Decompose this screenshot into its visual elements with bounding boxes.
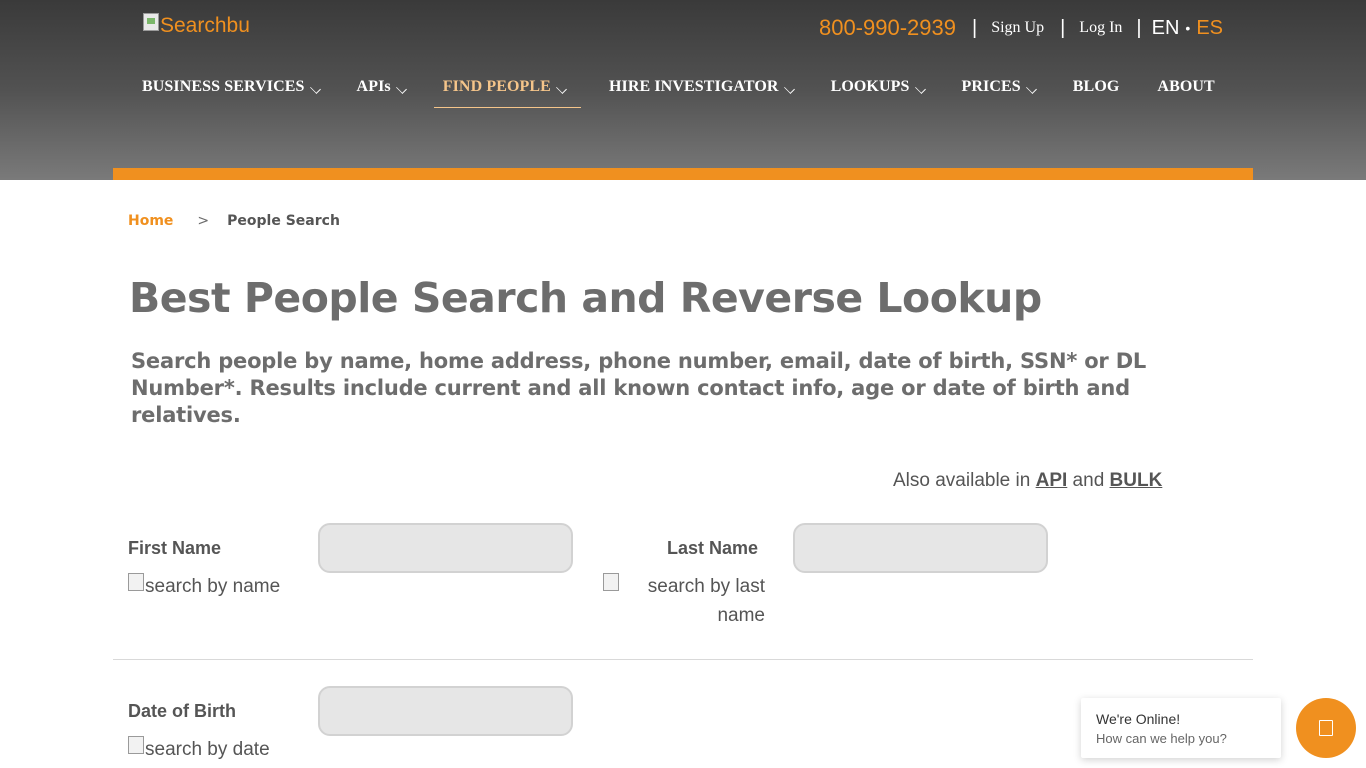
page-title: Best People Search and Reverse Lookup xyxy=(129,274,1042,322)
breadcrumb-home-link[interactable]: Home xyxy=(128,213,173,229)
site-logo[interactable]: Searchbu xyxy=(143,13,250,38)
chat-icon xyxy=(1319,720,1333,736)
chevron-down-icon xyxy=(311,84,321,94)
language-en-link[interactable]: EN xyxy=(1152,17,1180,40)
broken-image-icon xyxy=(128,573,144,591)
nav-item-about[interactable]: ABOUT xyxy=(1157,74,1214,108)
log-in-link[interactable]: Log In xyxy=(1079,19,1122,37)
main-nav: BUSINESS SERVICES APIs FIND PEOPLE HIRE … xyxy=(142,74,1215,108)
divider: | xyxy=(1060,16,1066,39)
language-separator: • xyxy=(1185,20,1191,36)
divider: | xyxy=(1136,16,1142,39)
first-name-input[interactable] xyxy=(318,523,573,573)
nav-item-label: BLOG xyxy=(1072,78,1120,95)
nav-item-prices[interactable]: PRICES xyxy=(962,74,1037,108)
nav-item-label: ABOUT xyxy=(1157,78,1215,95)
phone-number-link[interactable]: 800-990-2939 xyxy=(819,15,956,41)
chevron-down-icon xyxy=(397,84,407,94)
nav-item-find-people[interactable]: FIND PEOPLE xyxy=(433,74,582,108)
also-available-text: Also available in xyxy=(893,470,1036,491)
image-alt-text: search by name xyxy=(145,576,281,597)
nav-item-business-services[interactable]: BUSINESS SERVICES xyxy=(142,74,321,108)
chevron-down-icon xyxy=(916,84,926,94)
divider: | xyxy=(971,16,978,39)
api-link[interactable]: API xyxy=(1036,470,1068,491)
last-name-input[interactable] xyxy=(793,523,1048,573)
date-of-birth-label: Date of Birth xyxy=(128,701,236,721)
breadcrumb-current: People Search xyxy=(227,213,340,229)
breadcrumb-separator: > xyxy=(197,213,210,229)
nav-item-label: LOOKUPS xyxy=(830,78,910,95)
also-available-and: and xyxy=(1067,470,1110,491)
chevron-down-icon xyxy=(1027,84,1037,94)
nav-item-hire-investigator[interactable]: HIRE INVESTIGATOR xyxy=(609,74,795,108)
date-of-birth-input[interactable] xyxy=(318,686,573,736)
nav-item-blog[interactable]: BLOG xyxy=(1073,74,1120,108)
sign-up-link[interactable]: Sign Up xyxy=(991,19,1044,37)
nav-item-label: APIs xyxy=(356,78,391,95)
header-utility-bar: 800-990-2939 | Sign Up | Log In | EN • E… xyxy=(819,14,1223,42)
broken-image-icon xyxy=(143,13,159,31)
chevron-down-icon xyxy=(557,84,567,94)
logo-alt-text: Searchbu xyxy=(160,14,250,37)
page-subtitle: Search people by name, home address, pho… xyxy=(131,349,1147,427)
breadcrumb: Home > People Search xyxy=(128,213,340,229)
nav-item-apis[interactable]: APIs xyxy=(357,74,407,108)
chat-subtitle: How can we help you? xyxy=(1096,731,1227,746)
bulk-link[interactable]: BULK xyxy=(1110,470,1163,491)
search-by-name-image: search by name xyxy=(128,572,280,601)
form-row-divider xyxy=(113,659,1253,660)
also-available-note: Also available in API and BULK xyxy=(893,470,1162,492)
accent-bar xyxy=(113,168,1253,180)
search-by-date-image: search by date xyxy=(128,735,270,764)
nav-item-label: FIND PEOPLE xyxy=(442,78,551,95)
chat-launcher-button[interactable] xyxy=(1296,698,1356,758)
nav-item-label: BUSINESS SERVICES xyxy=(142,78,305,95)
image-alt-text: search by last name xyxy=(647,576,765,626)
search-by-last-name-image: search by last name xyxy=(603,572,765,630)
first-name-label: First Name xyxy=(128,538,222,558)
image-alt-text: search by date xyxy=(145,739,270,760)
language-es-link[interactable]: ES xyxy=(1196,17,1223,40)
chat-title: We're Online! xyxy=(1096,711,1181,727)
site-header: Searchbu 800-990-2939 | Sign Up | Log In… xyxy=(0,0,1366,180)
broken-image-icon xyxy=(128,736,144,754)
chat-greeting-bubble[interactable]: We're Online! How can we help you? xyxy=(1081,698,1281,758)
last-name-label: Last Name xyxy=(667,538,759,558)
nav-item-lookups[interactable]: LOOKUPS xyxy=(831,74,926,108)
chevron-down-icon xyxy=(785,84,795,94)
nav-item-label: PRICES xyxy=(961,78,1021,95)
nav-item-label: HIRE INVESTIGATOR xyxy=(608,78,779,95)
broken-image-icon xyxy=(603,573,619,591)
